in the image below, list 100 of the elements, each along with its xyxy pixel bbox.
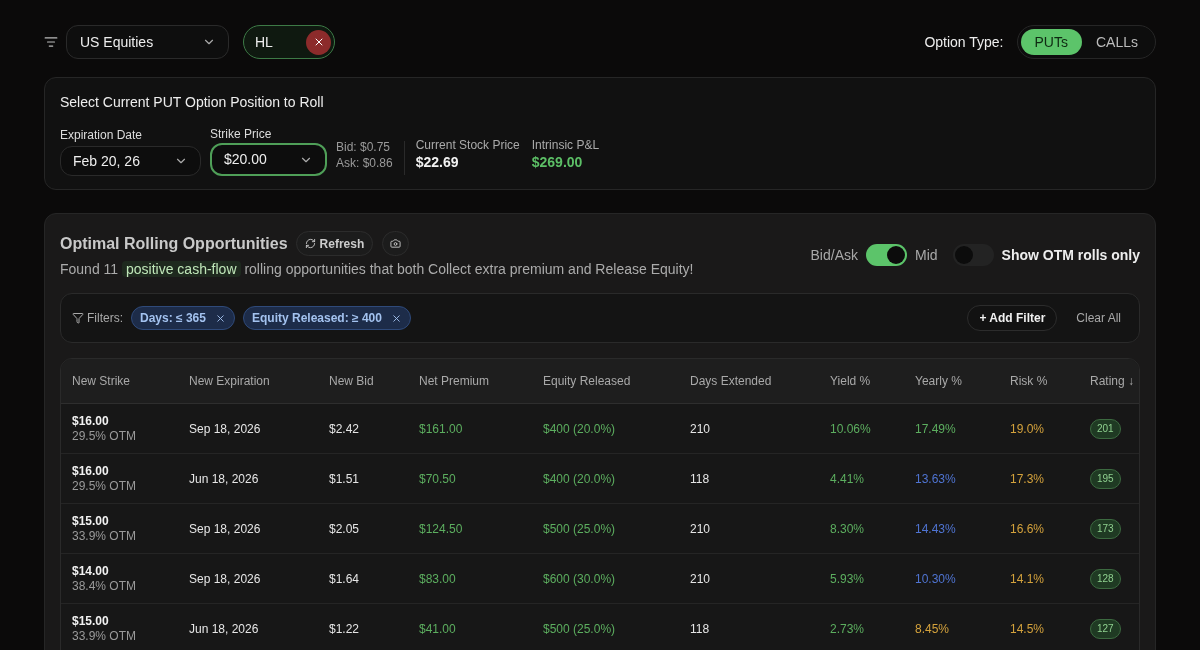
strike-price: $15.00 (72, 513, 110, 529)
table-cell-text: 17.3% (1010, 470, 1045, 488)
remove-button[interactable] (306, 29, 331, 55)
stat-value: $269.00 (531, 153, 584, 171)
table-cell-text: 16.6% (1010, 520, 1045, 538)
rating-badge: 195 (1090, 468, 1121, 489)
table-cell-text: $500 (25.0%) (543, 520, 616, 538)
filters-label: Filters: (87, 310, 123, 327)
add-filter-button[interactable]: + Add Filter (967, 305, 1058, 331)
filter-chip[interactable]: Days: ≤ 365 (131, 306, 235, 330)
camera-button[interactable] (382, 231, 410, 256)
column-header: Days Extended (690, 373, 772, 390)
filter-chip[interactable]: Equity Released: ≥ 400 (242, 306, 411, 330)
otm-percent: 29.5% OTM (72, 428, 138, 444)
column-header: Yearly % (915, 373, 962, 390)
table-cell-text: 118 (690, 620, 710, 638)
table-cell-text: 210 (690, 570, 711, 588)
table-cell-text: $2.05 (329, 520, 360, 538)
mid-label: Mid (915, 245, 938, 265)
table-cell-text: $161.00 (419, 420, 463, 438)
table-cell-text: 17.49% (915, 420, 956, 438)
table-cell-text: 4.41% (830, 470, 865, 488)
strike-price: $14.00 (72, 563, 110, 579)
market-select[interactable]: US Equities (66, 25, 229, 59)
stat-value: $22.69 (415, 153, 460, 171)
strike-select[interactable]: $20.00 (210, 143, 327, 176)
otm-switch[interactable] (952, 244, 994, 266)
price-mode-switch[interactable] (866, 244, 907, 266)
column-header[interactable]: Rating ↓ (1090, 372, 1135, 390)
clear-all-button[interactable]: Clear All (1068, 305, 1129, 331)
table-cell-text: 8.30% (830, 520, 865, 538)
table-cell-text: $1.22 (329, 620, 360, 638)
table-cell-text: $83.00 (419, 570, 456, 588)
table-cell-text: $400 (20.0%) (543, 470, 616, 488)
table-cell-text: 118 (690, 470, 710, 488)
otm-switch-label: Show OTM rolls only (1001, 245, 1140, 265)
strike-price: $15.00 (72, 613, 110, 629)
otm-percent: 29.5% OTM (72, 478, 138, 494)
table-cell-text: $1.51 (329, 470, 360, 488)
table-cell-text: $41.00 (419, 620, 456, 638)
table-cell-text: Sep 18, 2026 (189, 420, 261, 438)
expiration-select[interactable]: Feb 20, 26 (60, 146, 201, 176)
table-cell-text: 13.63% (915, 470, 956, 488)
column-header: Yield % (830, 373, 871, 390)
table-cell-text: 5.93% (830, 570, 865, 588)
bid-price: Bid: $0.75 (336, 139, 392, 155)
table-cell-text: Sep 18, 2026 (189, 520, 261, 538)
close-icon[interactable] (214, 312, 226, 324)
option-type-tab[interactable]: PUTs (1020, 29, 1082, 55)
column-header: Net Premium (419, 373, 489, 390)
table-cell-text: $124.50 (419, 520, 463, 538)
table-cell-text: Jun 18, 2026 (189, 620, 259, 638)
bid-ask-label: Bid/Ask (810, 245, 858, 265)
otm-percent: 33.9% OTM (72, 528, 138, 544)
option-type-label: Option Type: (924, 32, 1004, 52)
rating-badge: 128 (1090, 568, 1121, 589)
section-title: Optimal Rolling Opportunities (60, 233, 288, 254)
strike-price: $16.00 (72, 463, 110, 479)
table-cell-text: 14.5% (1010, 620, 1045, 638)
table-cell-text: Sep 18, 2026 (189, 570, 261, 588)
column-header: New Bid (329, 373, 374, 390)
table-cell-text: 2.73% (830, 620, 865, 638)
close-icon[interactable] (390, 312, 402, 324)
column-header: New Strike (72, 373, 130, 390)
table-cell-text: 10.06% (830, 420, 871, 438)
ask-price: Ask: $0.86 (336, 155, 393, 171)
rating-badge: 173 (1090, 518, 1121, 539)
funnel-icon (72, 312, 84, 324)
otm-percent: 33.9% OTM (72, 628, 138, 644)
stat-label: Current Stock Price (415, 137, 520, 153)
column-header: Equity Released (543, 373, 631, 390)
ticker-chip[interactable]: HL (243, 25, 335, 59)
option-type-tab[interactable]: CALLs (1081, 29, 1152, 55)
table-cell-text: $400 (20.0%) (543, 420, 616, 438)
table-cell-text: 10.30% (915, 570, 956, 588)
table-cell-text: 8.45% (915, 620, 950, 638)
table-cell-text: $2.42 (329, 420, 360, 438)
strike-price: $16.00 (72, 413, 110, 429)
field-label: Expiration Date (60, 128, 144, 142)
column-header: New Expiration (189, 373, 270, 390)
table-cell-text: $500 (25.0%) (543, 620, 616, 638)
table-cell-text: 210 (690, 520, 711, 538)
table-cell-text: 210 (690, 420, 711, 438)
table-cell-text: Jun 18, 2026 (189, 470, 259, 488)
table-cell-text: $1.64 (329, 570, 360, 588)
table-cell-text: 14.43% (915, 520, 956, 538)
refresh-icon (304, 238, 316, 249)
rating-badge: 201 (1090, 418, 1121, 439)
table-cell-text: 19.0% (1010, 420, 1045, 438)
otm-percent: 38.4% OTM (72, 578, 138, 594)
filter-icon[interactable] (44, 35, 58, 49)
refresh-button[interactable]: Refresh (295, 231, 374, 256)
section-title: Select Current PUT Option Position to Roll (60, 94, 325, 111)
table-cell-text: $600 (30.0%) (543, 570, 616, 588)
field-label: Strike Price (210, 127, 273, 141)
summary-text: Found 11 positive cash-flow rolling opportunities that both Collect extra premium and Release Equity! (60, 260, 694, 279)
rating-badge: 127 (1090, 618, 1121, 639)
stat-label: Intrinsic P&L (531, 137, 600, 153)
table-cell-text: 14.1% (1010, 570, 1045, 588)
column-header: Risk % (1010, 373, 1048, 390)
